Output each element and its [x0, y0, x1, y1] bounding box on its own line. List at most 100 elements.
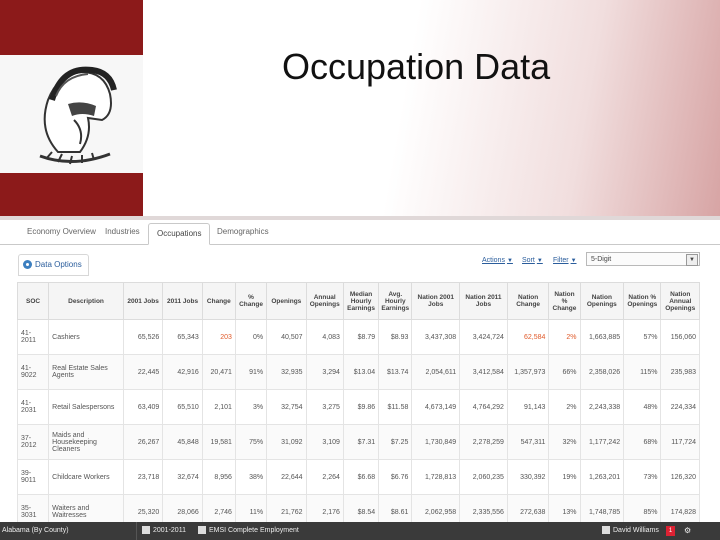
table-row[interactable]: 39-9011 Childcare Workers 23,718 32,674 … — [16, 459, 700, 495]
table-cell: 2,054,611 — [411, 354, 461, 390]
column-header[interactable]: Nation Change — [506, 282, 550, 320]
gear-icon[interactable]: ⚙ — [684, 522, 691, 540]
dataset-selector[interactable]: EMSI Complete Employment — [198, 522, 299, 540]
spartan-helmet-icon — [39, 66, 117, 165]
digit-level-select[interactable]: 5-Digit ▼ — [586, 252, 700, 266]
divider — [136, 522, 137, 540]
table-cell: $13.74 — [378, 354, 413, 390]
table-cell: 91% — [234, 354, 268, 390]
column-header[interactable]: Nation % Change — [548, 282, 581, 320]
table-cell: 2,358,026 — [579, 354, 625, 390]
filter-menu[interactable]: Filter ▼ — [553, 257, 577, 264]
table-cell: 3,275 — [305, 389, 344, 425]
user-name: David Williams — [613, 527, 659, 534]
column-header[interactable]: Nation % Openings — [623, 282, 662, 320]
table-cell: 2% — [548, 319, 581, 355]
table-cell: $9.86 — [342, 389, 380, 425]
toolbar: Data Options Actions ▼ Sort ▼ Filter ▼ 5-Di… — [0, 248, 720, 276]
column-header[interactable]: 2001 Jobs — [122, 282, 164, 320]
column-header[interactable]: 2011 Jobs — [162, 282, 203, 320]
table-cell: Real Estate Sales Agents — [48, 354, 124, 390]
table-cell: 203 — [201, 319, 236, 355]
column-header[interactable]: Nation 2011 Jobs — [459, 282, 508, 320]
table-cell: $8.79 — [342, 319, 380, 355]
data-options-button[interactable]: Data Options — [18, 254, 89, 276]
table-header-row: SOC Description 2001 Jobs 2011 Jobs Chan… — [16, 282, 700, 320]
database-icon — [198, 526, 206, 535]
occupation-table: SOC Description 2001 Jobs 2011 Jobs Chan… — [16, 282, 700, 530]
table-cell: 4,673,149 — [411, 389, 461, 425]
table-cell: 32,674 — [162, 459, 203, 495]
year-range-label: 2001-2011 — [153, 527, 186, 534]
table-cell: 68% — [623, 424, 662, 460]
tab-industries[interactable]: Industries — [105, 227, 140, 236]
table-cell: 3% — [234, 389, 268, 425]
table-cell: 2,101 — [201, 389, 236, 425]
table-cell: 126,320 — [660, 459, 700, 495]
table-cell: 65,510 — [162, 389, 203, 425]
column-header[interactable]: Change — [201, 282, 236, 320]
table-cell: 41-2031 — [16, 389, 50, 425]
table-cell: $7.25 — [378, 424, 413, 460]
table-cell: 31,092 — [266, 424, 307, 460]
app-window: Economy Overview Industries Occupations … — [0, 220, 720, 540]
user-menu[interactable]: David Williams — [602, 522, 659, 540]
table-row[interactable]: 41-2031 Retail Salespersons 63,409 65,51… — [16, 389, 700, 425]
calendar-icon — [142, 526, 150, 535]
table-cell: Retail Salespersons — [48, 389, 124, 425]
column-header[interactable]: Nation 2001 Jobs — [411, 282, 461, 320]
tab-occupations[interactable]: Occupations — [148, 223, 211, 245]
tab-demographics[interactable]: Demographics — [217, 227, 269, 236]
table-cell: 39-9011 — [16, 459, 50, 495]
table-cell: 8,956 — [201, 459, 236, 495]
table-cell: 4,083 — [305, 319, 344, 355]
table-row[interactable]: 41-2011 Cashiers 65,526 65,343 203 0% 40… — [16, 319, 700, 355]
column-header[interactable]: Openings — [266, 282, 307, 320]
table-cell: 3,294 — [305, 354, 344, 390]
chevron-down-icon: ▼ — [536, 258, 543, 264]
table-cell: 32,935 — [266, 354, 307, 390]
table-cell: 38% — [234, 459, 268, 495]
table-cell: 3,109 — [305, 424, 344, 460]
table-cell: 19% — [548, 459, 581, 495]
column-header[interactable]: Annual Openings — [305, 282, 344, 320]
column-header[interactable]: Avg. Hourly Earnings — [378, 282, 413, 320]
table-cell: 235,983 — [660, 354, 700, 390]
table-cell: $6.76 — [378, 459, 413, 495]
table-cell: 42,916 — [162, 354, 203, 390]
table-cell: 32% — [548, 424, 581, 460]
dropdown-arrow-icon[interactable]: ▼ — [686, 254, 698, 266]
actions-menu[interactable]: Actions ▼ — [482, 257, 513, 264]
table-cell: 32,754 — [266, 389, 307, 425]
column-header[interactable]: Nation Openings — [579, 282, 625, 320]
notification-badge[interactable]: 1 — [666, 526, 675, 536]
table-cell: 2,243,338 — [579, 389, 625, 425]
sort-menu[interactable]: Sort ▼ — [522, 257, 543, 264]
table-cell: 41-2011 — [16, 319, 50, 355]
table-cell: 48% — [623, 389, 662, 425]
table-cell: 41-9022 — [16, 354, 50, 390]
table-row[interactable]: 41-9022 Real Estate Sales Agents 22,445 … — [16, 354, 700, 390]
filter-label: Filter — [553, 257, 569, 264]
table-cell: 91,143 — [506, 389, 550, 425]
table-cell: 3,412,584 — [459, 354, 508, 390]
column-header[interactable]: SOC — [16, 282, 50, 320]
table-cell: 62,584 — [506, 319, 550, 355]
tab-economy-overview[interactable]: Economy Overview — [27, 227, 96, 236]
table-cell: 1,730,849 — [411, 424, 461, 460]
column-header[interactable]: Median Hourly Earnings — [342, 282, 380, 320]
table-cell: 2% — [548, 389, 581, 425]
region-selector[interactable]: Alabama (By County) — [2, 522, 69, 540]
gear-icon — [23, 260, 32, 270]
table-row[interactable]: 37-2012 Maids and Housekeeping Cleaners … — [16, 424, 700, 460]
table-cell: 20,471 — [201, 354, 236, 390]
column-header[interactable]: Nation Annual Openings — [660, 282, 700, 320]
table-cell: 156,060 — [660, 319, 700, 355]
status-bar: Alabama (By County) 2001-2011 EMSI Compl… — [0, 522, 720, 540]
table-cell: 115% — [623, 354, 662, 390]
table-cell: 37-2012 — [16, 424, 50, 460]
column-header[interactable]: % Change — [234, 282, 268, 320]
table-cell: $11.58 — [378, 389, 413, 425]
column-header[interactable]: Description — [48, 282, 124, 320]
year-range-selector[interactable]: 2001-2011 — [142, 522, 186, 540]
